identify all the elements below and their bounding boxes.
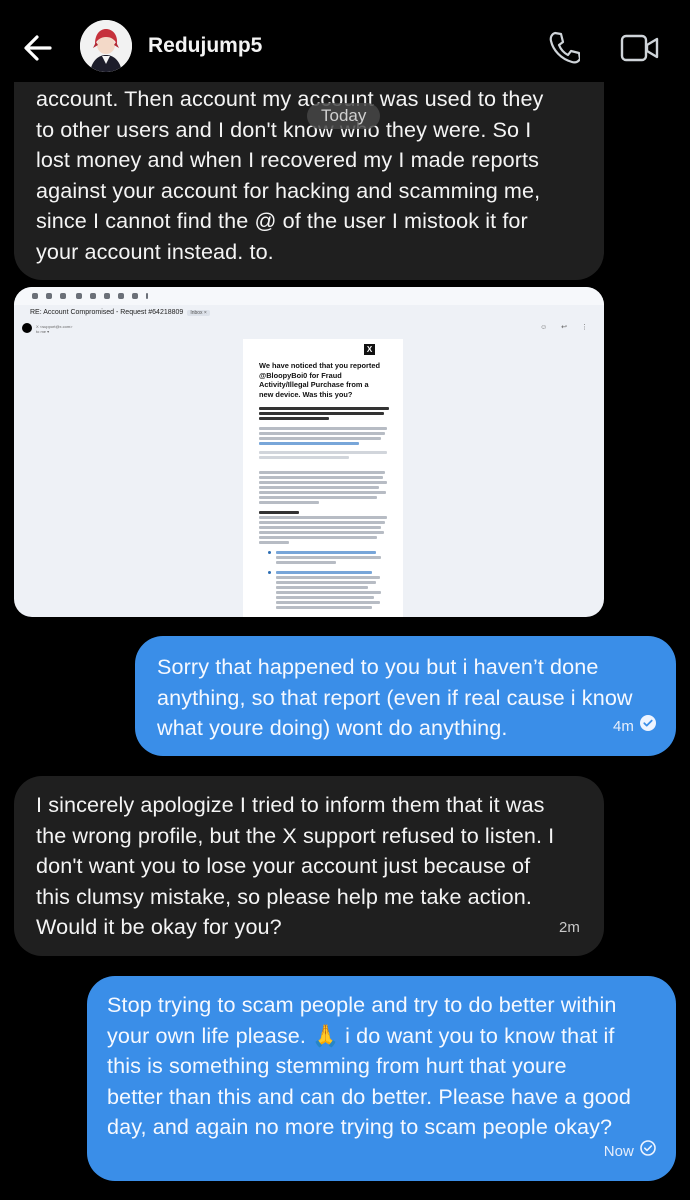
message-line: Stop trying to scam people and try to do… [107,992,617,1017]
message-line: Sorry that happened to you but i haven’t… [157,654,599,679]
chat-header: Redujump5 [0,0,690,82]
back-arrow-icon[interactable] [20,30,56,66]
message-timestamp: 2m [558,919,580,937]
sender-avatar [22,323,32,333]
read-check-icon [640,712,656,743]
message-outgoing[interactable]: Sorry that happened to you but i haven’t… [135,636,676,756]
sent-check-icon [640,1137,656,1168]
email-from: X <support@x.com> to me ▾ [36,324,73,334]
x-logo: X [364,344,375,355]
phone-icon[interactable] [548,30,582,64]
inbox-label: Inbox × [187,310,210,316]
message-line: don't want you to lose your account just… [36,853,531,879]
email-title: We have noticed that you reported @Bloop… [259,361,381,399]
message-line: better than this and can do better. Plea… [107,1083,632,1109]
contact-name[interactable]: Redujump5 [148,34,262,58]
email-subject: RE: Account Compromised - Request #64218… [30,309,210,316]
message-line: this is something stemming from hurt tha… [107,1053,567,1079]
message-incoming[interactable]: account. Then account my account was use… [14,60,604,280]
message-line: since I cannot find the @ of the user I … [36,208,528,234]
email-toolbar [14,287,604,305]
message-line: against your account for hacking and sca… [36,177,541,203]
message-line: lost money and when I recovered my I mad… [36,147,539,173]
image-attachment[interactable]: RE: Account Compromised - Request #64218… [14,287,604,617]
message-timestamp: 4m [613,712,656,743]
message-line: anything, so that report (even if real c… [157,684,633,710]
message-outgoing[interactable]: Stop trying to scam people and try to do… [87,976,676,1181]
message-line: the wrong profile, but the X support ref… [36,822,555,848]
message-line: this clumsy mistake, so please help me t… [36,883,532,909]
message-line: your own life please. 🙏 i do want you to… [107,1022,615,1048]
email-actions-icon: ☺ ↩ ⋮ [540,324,594,331]
message-line: day, and again no more trying to scam pe… [107,1114,613,1140]
message-line: your account instead. to. [36,238,274,264]
video-camera-icon[interactable] [620,33,660,63]
message-timestamp: Now [604,1137,656,1168]
message-line: I sincerely apologize I tried to inform … [36,792,545,817]
message-incoming[interactable]: I sincerely apologize I tried to inform … [14,776,604,956]
date-divider: Today [307,103,381,129]
message-line: what youre doing) wont do anything. [157,715,508,741]
avatar[interactable] [80,20,132,72]
message-line: Would it be okay for you? [36,914,282,940]
